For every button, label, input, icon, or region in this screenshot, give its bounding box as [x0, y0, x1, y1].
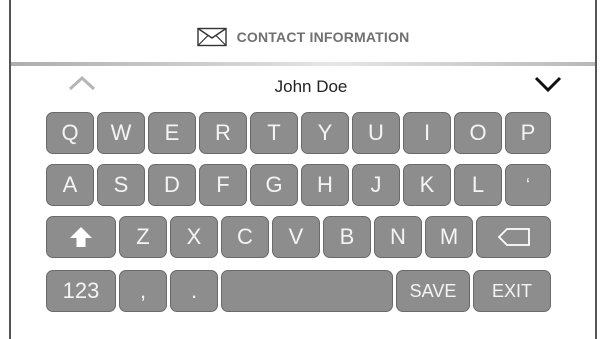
key-f[interactable]: F — [199, 164, 247, 206]
key-s[interactable]: S — [97, 164, 145, 206]
backspace-key[interactable] — [476, 216, 551, 258]
chevron-down-icon[interactable] — [533, 74, 563, 94]
key-j[interactable]: J — [352, 164, 400, 206]
key-w[interactable]: W — [97, 112, 145, 154]
key-o[interactable]: O — [454, 112, 502, 154]
key-a[interactable]: A — [46, 164, 94, 206]
key-l[interactable]: L — [454, 164, 502, 206]
contact-field-row: John Doe — [11, 68, 595, 108]
key-c[interactable]: C — [221, 216, 269, 258]
key-k[interactable]: K — [403, 164, 451, 206]
key-i[interactable]: I — [403, 112, 451, 154]
comma-key[interactable]: , — [119, 270, 167, 312]
key-apostrophe[interactable]: ‘ — [505, 164, 551, 206]
envelope-icon — [196, 27, 227, 47]
header-bar: CONTACT INFORMATION — [11, 12, 595, 62]
header-divider — [11, 62, 595, 66]
key-u[interactable]: U — [352, 112, 400, 154]
exit-button[interactable]: EXIT — [473, 270, 551, 312]
space-bar[interactable] — [221, 270, 393, 312]
frame-right-border — [595, 0, 597, 339]
contact-name-field[interactable]: John Doe — [11, 77, 606, 97]
key-t[interactable]: T — [250, 112, 298, 154]
key-g[interactable]: G — [250, 164, 298, 206]
numbers-key[interactable]: 123 — [46, 270, 116, 312]
key-n[interactable]: N — [374, 216, 422, 258]
key-d[interactable]: D — [148, 164, 196, 206]
key-z[interactable]: Z — [119, 216, 167, 258]
backspace-icon — [497, 228, 530, 246]
contact-keyboard-screen: CONTACT INFORMATION John Doe Q W E R T Y… — [0, 0, 606, 339]
shift-key[interactable] — [46, 216, 116, 258]
key-e[interactable]: E — [148, 112, 196, 154]
key-p[interactable]: P — [505, 112, 551, 154]
key-y[interactable]: Y — [301, 112, 349, 154]
period-key[interactable]: . — [170, 270, 218, 312]
page-title: CONTACT INFORMATION — [236, 29, 410, 45]
key-h[interactable]: H — [301, 164, 349, 206]
key-q[interactable]: Q — [46, 112, 94, 154]
key-r[interactable]: R — [199, 112, 247, 154]
shift-arrow-icon — [70, 227, 92, 247]
key-b[interactable]: B — [323, 216, 371, 258]
key-x[interactable]: X — [170, 216, 218, 258]
key-m[interactable]: M — [425, 216, 473, 258]
save-button[interactable]: SAVE — [396, 270, 470, 312]
key-v[interactable]: V — [272, 216, 320, 258]
